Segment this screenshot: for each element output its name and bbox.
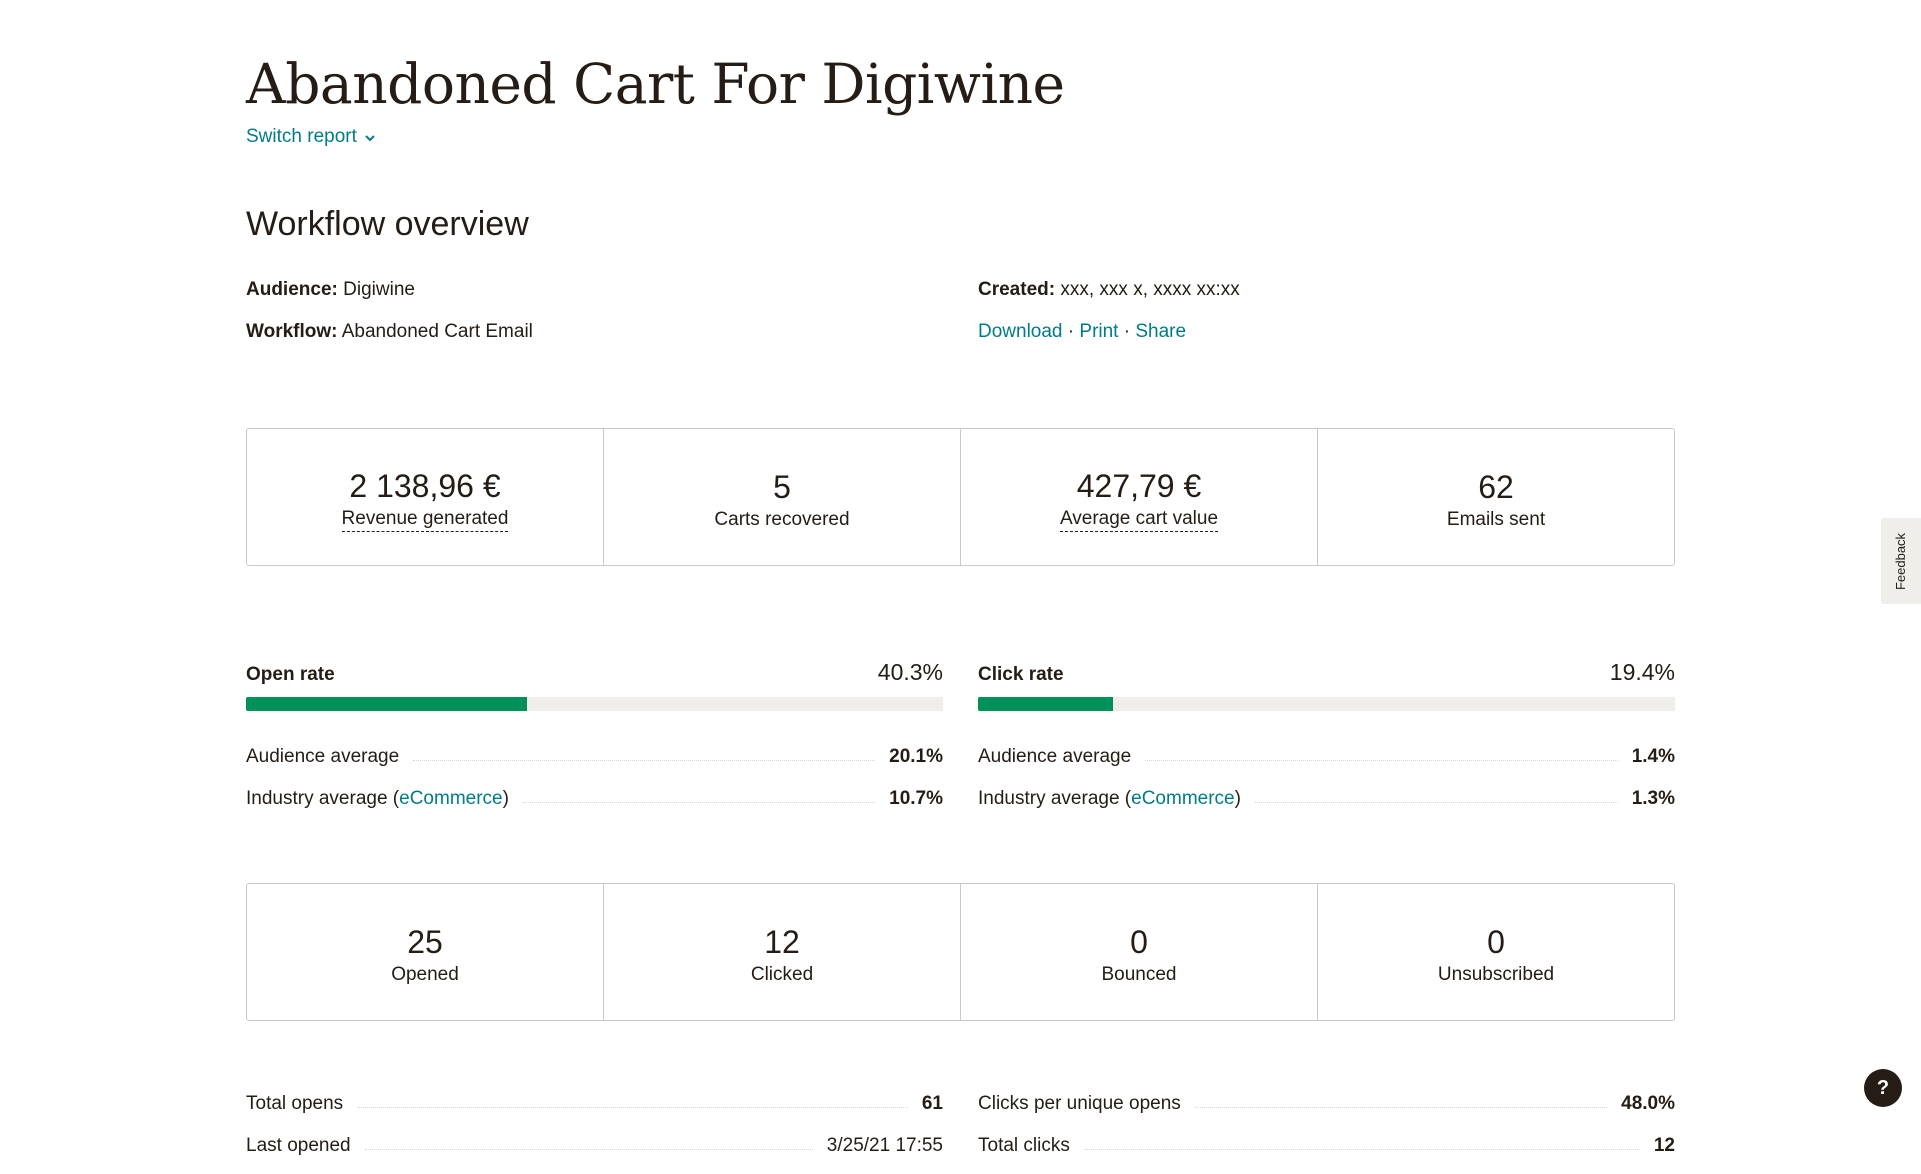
dotted-leader (1083, 1148, 1640, 1150)
switch-report-label: Switch report (246, 126, 357, 147)
audience-line: Audience: Digiwine (246, 279, 415, 301)
dotted-leader (1145, 759, 1618, 761)
stat-value: 25 (407, 924, 443, 960)
industry-prefix: Industry average ( (978, 788, 1132, 809)
workflow-value: Abandoned Cart Email (341, 321, 533, 342)
stat-label: Opened (391, 964, 459, 985)
row-value: 20.1% (889, 746, 943, 767)
unsubscribed-stat: 0 Unsubscribed (1318, 884, 1674, 1020)
click-industry-average-row: Industry average (eCommerce) 1.3% (978, 788, 1675, 810)
row-label: Industry average (eCommerce) (978, 788, 1241, 810)
actions-separator: · (1123, 321, 1131, 342)
open-industry-average-row: Industry average (eCommerce) 10.7% (246, 788, 943, 810)
stat-value: 62 (1478, 469, 1514, 505)
workflow-line: Workflow: Abandoned Cart Email (246, 321, 533, 343)
stat-label: Carts recovered (714, 509, 850, 530)
open-audience-average-row: Audience average 20.1% (246, 746, 943, 768)
row-value: 48.0% (1621, 1093, 1675, 1114)
stat-value: 12 (764, 924, 800, 960)
open-rate-value: 40.3% (877, 659, 943, 685)
workflow-overview-title: Workflow overview (246, 205, 529, 243)
industry-prefix: Industry average ( (246, 788, 400, 809)
print-link[interactable]: Print (1079, 321, 1118, 342)
click-audience-average-row: Audience average 1.4% (978, 746, 1675, 768)
row-value: 3/25/21 17:55 (826, 1135, 943, 1156)
row-value: 12 (1653, 1135, 1675, 1156)
audience-label: Audience: (246, 279, 338, 300)
industry-suffix: ) (1234, 788, 1241, 809)
click-rate-bar (978, 697, 1675, 711)
clicks-per-unique-opens-row: Clicks per unique opens 48.0% (978, 1093, 1675, 1115)
dotted-leader (1194, 1106, 1608, 1108)
row-label: Clicks per unique opens (978, 1093, 1181, 1114)
audience-value: Digiwine (343, 279, 415, 300)
dotted-leader (357, 1106, 908, 1108)
question-icon: ? (1876, 1076, 1890, 1099)
revenue-stat: 2 138,96 € Revenue generated (247, 429, 604, 565)
row-value: 61 (921, 1093, 943, 1114)
stat-value: 0 (1130, 924, 1148, 960)
open-rate-block: Open rate 40.3% (246, 659, 943, 711)
total-opens-row: Total opens 61 (246, 1093, 943, 1115)
clicked-stat: 12 Clicked (604, 884, 961, 1020)
opened-stat: 25 Opened (247, 884, 604, 1020)
help-button[interactable]: ? (1864, 1069, 1902, 1107)
actions-separator: · (1067, 321, 1075, 342)
click-rate-block: Click rate 19.4% (978, 659, 1675, 711)
last-opened-row: Last opened 3/25/21 17:55 (246, 1135, 943, 1157)
revenue-stats-panel: 2 138,96 € Revenue generated 5 Carts rec… (246, 428, 1675, 566)
row-label: Total opens (246, 1093, 344, 1114)
switch-report-button[interactable]: Switch report (246, 126, 375, 148)
total-clicks-row: Total clicks 12 (978, 1135, 1675, 1157)
bounced-stat: 0 Bounced (961, 884, 1318, 1020)
row-label: Audience average (246, 746, 400, 767)
created-value: xxx, xxx x, xxxx xx:xx (1060, 279, 1240, 300)
click-rate-bar-fill (978, 697, 1114, 711)
stat-label: Emails sent (1446, 509, 1546, 530)
feedback-tab[interactable]: Feedback (1881, 518, 1921, 604)
row-value: 1.4% (1631, 746, 1675, 767)
download-link[interactable]: Download (978, 321, 1063, 342)
dotted-leader (522, 801, 876, 803)
average-cart-value-tooltip-label[interactable]: Average cart value (1059, 508, 1219, 532)
row-value: 1.3% (1631, 788, 1675, 809)
stat-value: 0 (1487, 924, 1505, 960)
open-rate-label: Open rate (246, 664, 335, 685)
stat-value: 5 (773, 469, 791, 505)
stat-label: Bounced (1101, 964, 1177, 985)
open-rate-bar (246, 697, 943, 711)
feedback-label: Feedback (1893, 532, 1909, 590)
page-title: Abandoned Cart For Digiwine (246, 52, 1065, 116)
ecommerce-link[interactable]: eCommerce (399, 788, 502, 809)
row-label: Total clicks (978, 1135, 1070, 1156)
row-label: Last opened (246, 1135, 351, 1156)
created-line: Created: xxx, xxx x, xxxx xx:xx (978, 279, 1240, 301)
chevron-down-icon (365, 126, 375, 148)
stat-label: Unsubscribed (1437, 964, 1555, 985)
stat-value: 2 138,96 € (349, 468, 501, 504)
report-actions: Download · Print · Share (978, 321, 1186, 343)
dotted-leader (1254, 801, 1618, 803)
click-rate-value: 19.4% (1609, 659, 1675, 685)
row-value: 10.7% (889, 788, 943, 809)
stat-label: Clicked (750, 964, 814, 985)
share-link[interactable]: Share (1135, 321, 1186, 342)
open-rate-bar-fill (246, 697, 527, 711)
industry-suffix: ) (502, 788, 509, 809)
stat-value: 427,79 € (1076, 468, 1202, 504)
row-label: Industry average (eCommerce) (246, 788, 509, 810)
click-rate-label: Click rate (978, 664, 1064, 685)
workflow-label: Workflow: (246, 321, 338, 342)
emails-sent-stat: 62 Emails sent (1318, 429, 1674, 565)
engagement-stats-panel: 25 Opened 12 Clicked 0 Bounced 0 Unsubsc… (246, 883, 1675, 1021)
ecommerce-link[interactable]: eCommerce (1131, 788, 1234, 809)
dotted-leader (413, 759, 876, 761)
average-cart-value-stat: 427,79 € Average cart value (961, 429, 1318, 565)
created-label: Created: (978, 279, 1056, 300)
dotted-leader (364, 1148, 813, 1150)
carts-recovered-stat: 5 Carts recovered (604, 429, 961, 565)
revenue-generated-tooltip-label[interactable]: Revenue generated (341, 508, 509, 532)
row-label: Audience average (978, 746, 1132, 767)
